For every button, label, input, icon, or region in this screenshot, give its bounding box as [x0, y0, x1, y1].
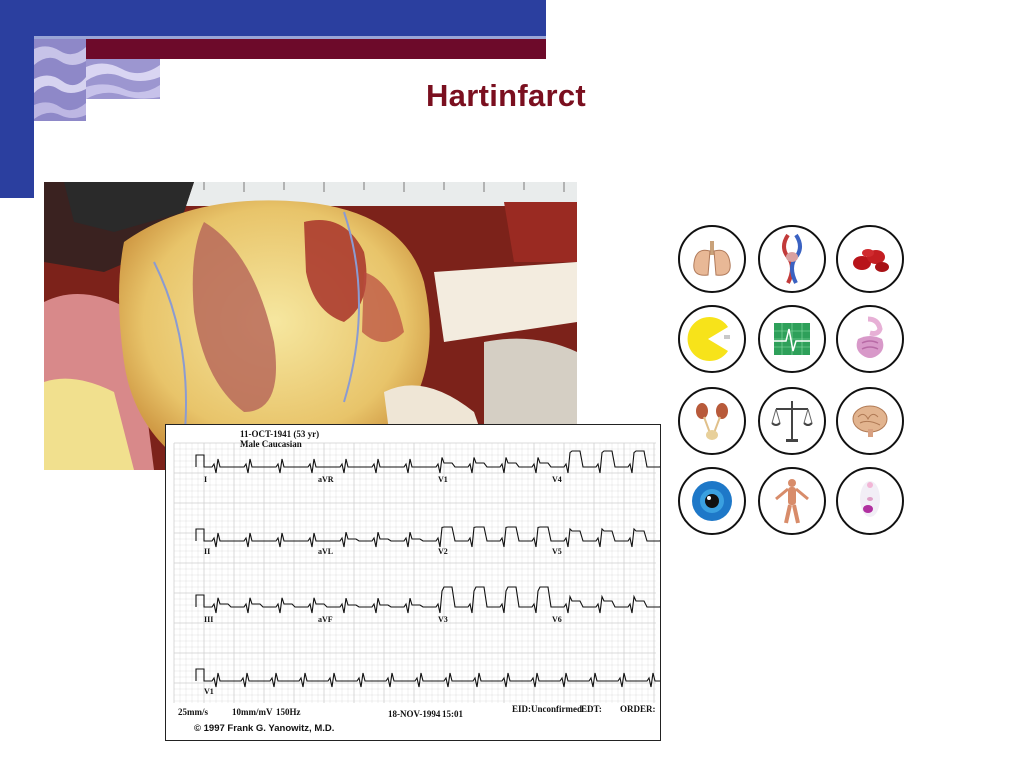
slide-title: Hartinfarct — [426, 78, 587, 113]
ecg-lead-label: V3 — [438, 615, 448, 624]
ecg-monitor-icon — [758, 305, 826, 373]
ecg-lead-label: V1 — [204, 687, 214, 696]
lungs-icon — [678, 225, 746, 293]
ecg-patient-sex: Male Caucasian — [240, 439, 302, 449]
ecg-trace — [195, 668, 660, 688]
ecg-lead-label: V1 — [438, 475, 448, 484]
ecg-lead-label: aVL — [318, 547, 334, 556]
muscles-icon — [758, 467, 826, 535]
pacman-icon — [678, 305, 746, 373]
ecg-lead-label: aVR — [318, 475, 334, 484]
ecg-lead-label: II — [204, 547, 211, 556]
ecg-trace — [195, 526, 660, 548]
ecg-filter: 150Hz — [276, 707, 301, 717]
ecg-order: ORDER: — [620, 704, 656, 714]
header-blue-bar — [0, 0, 546, 36]
brain-icon — [836, 387, 904, 455]
ecg-eid: EID:Unconfirmed — [512, 704, 582, 714]
eye-icon — [678, 467, 746, 535]
blood-cells-icon — [836, 225, 904, 293]
ecg-tracing: 11-OCT-1941 (53 yr) Male Caucasian 25mm/… — [165, 424, 661, 741]
ecg-trace — [195, 586, 660, 614]
ecg-gain: 10mm/mV — [232, 707, 273, 717]
endocrine-icon — [836, 467, 904, 535]
water-texture-tile — [86, 59, 160, 99]
circulation-icon — [758, 225, 826, 293]
ecg-record-date: 18-NOV-1994 — [388, 709, 441, 719]
ecg-lead-label: V5 — [552, 547, 562, 556]
ecg-record-time: 15:01 — [442, 709, 463, 719]
ecg-lead-label: V4 — [552, 475, 562, 484]
ecg-lead-label: I — [204, 475, 208, 484]
ecg-grid-chart — [173, 442, 660, 703]
ecg-lead-label: V2 — [438, 547, 448, 556]
ecg-speed: 25mm/s — [178, 707, 208, 717]
ecg-lead-label: aVF — [318, 615, 333, 624]
ecg-edt: EDT: — [581, 704, 602, 714]
left-blue-bar — [0, 0, 34, 198]
ecg-trace — [195, 450, 660, 474]
scales-icon — [758, 387, 826, 455]
organ-icon-grid — [676, 225, 910, 543]
water-texture-tile — [34, 39, 86, 121]
header-maroon-bar — [86, 39, 546, 59]
ecg-copyright: © 1997 Frank G. Yanowitz, M.D. — [194, 723, 335, 734]
kidneys-icon — [678, 387, 746, 455]
ecg-lead-label: III — [204, 615, 214, 624]
ecg-lead-label: V6 — [552, 615, 562, 624]
ecg-patient-date: 11-OCT-1941 (53 yr) — [240, 429, 320, 439]
digestive-system-icon — [836, 305, 904, 373]
